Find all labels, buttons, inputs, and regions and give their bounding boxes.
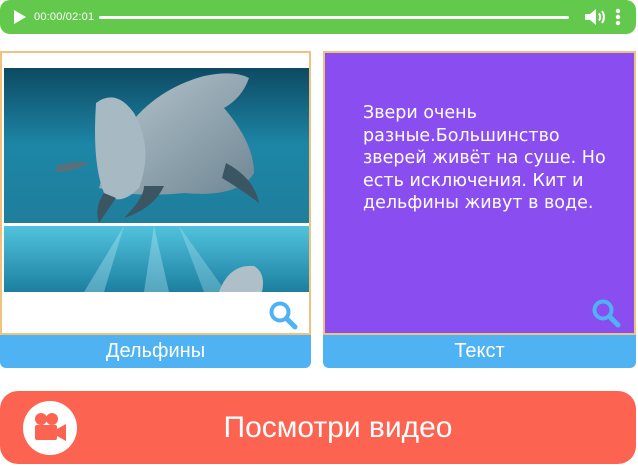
watch-video-button[interactable]: Посмотри видео	[0, 391, 636, 464]
dolphins-label[interactable]: Дельфины	[0, 335, 311, 368]
play-icon[interactable]	[14, 10, 26, 24]
audio-player: 00:00/02:01	[0, 0, 636, 34]
card-text: Звери очень разные.Большинство зверей жи…	[363, 103, 606, 213]
dolphins-photo	[4, 68, 309, 292]
video-camera-icon	[23, 401, 77, 455]
dolphins-card[interactable]	[0, 51, 311, 335]
magnifier-icon[interactable]	[268, 300, 298, 330]
magnifier-icon[interactable]	[591, 298, 621, 328]
playback-time: 00:00/02:01	[34, 11, 95, 23]
progress-track[interactable]	[99, 16, 569, 19]
text-label[interactable]: Текст	[323, 335, 636, 368]
more-vertical-icon[interactable]	[615, 8, 621, 26]
watch-video-label: Посмотри видео	[223, 410, 453, 444]
text-card[interactable]: Звери очень разные.Большинство зверей жи…	[323, 51, 636, 335]
volume-icon[interactable]	[584, 7, 610, 27]
